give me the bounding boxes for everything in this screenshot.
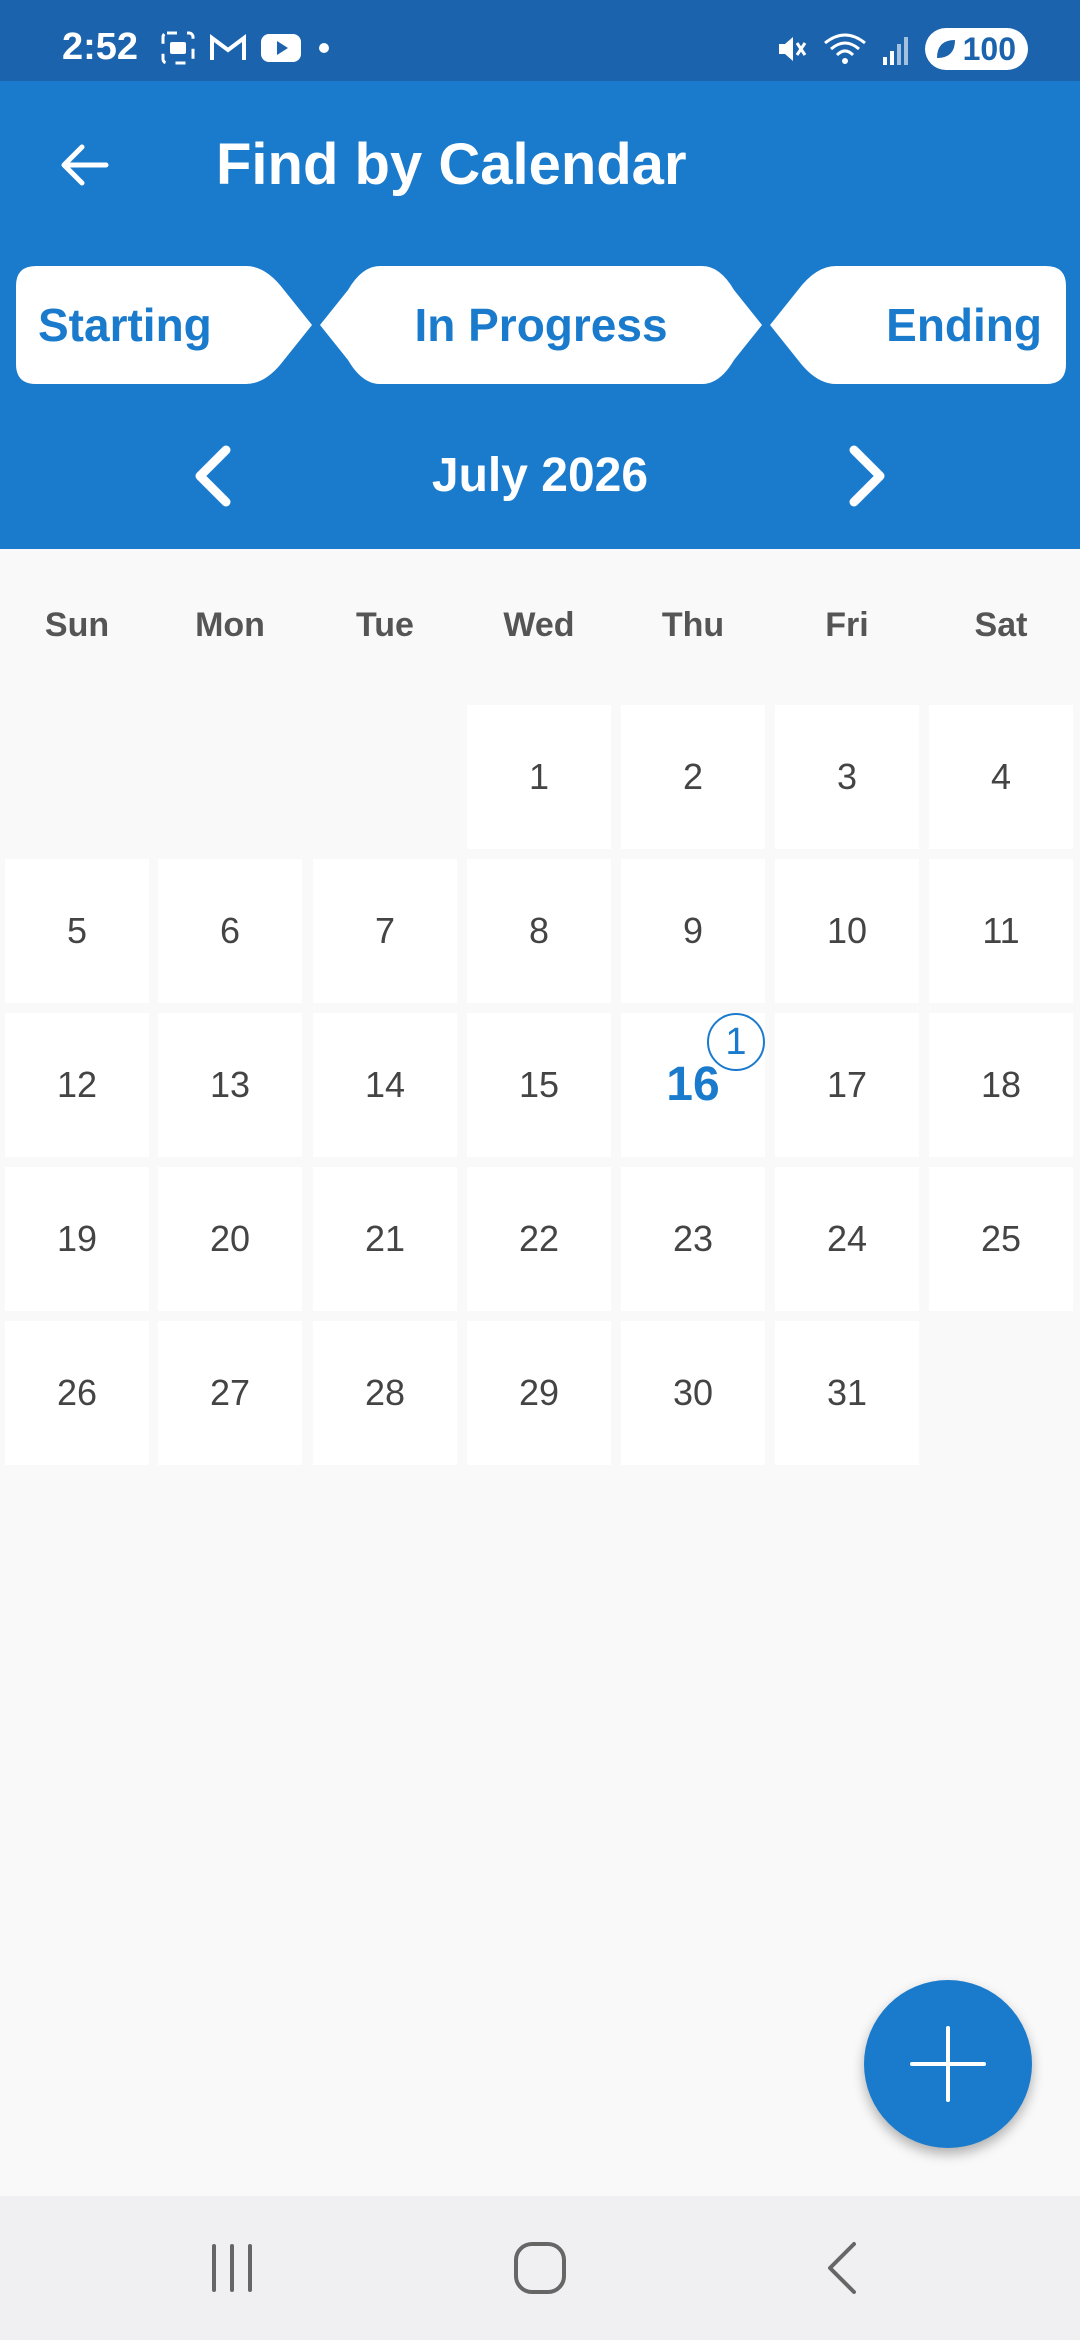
home-icon[interactable] <box>508 2236 572 2300</box>
system-nav-bar <box>0 2196 1080 2340</box>
calendar-day-27[interactable]: 27 <box>158 1321 302 1465</box>
calendar-day-9[interactable]: 9 <box>621 859 765 1003</box>
chevron-right-icon[interactable] <box>832 444 896 508</box>
calendar-day-21[interactable]: 21 <box>313 1167 457 1311</box>
calendar-day-22[interactable]: 22 <box>467 1167 611 1311</box>
recent-apps-icon[interactable] <box>200 2236 264 2300</box>
tab-starting-label: Starting <box>38 299 212 351</box>
calendar-day-7[interactable]: 7 <box>313 859 457 1003</box>
app-bar: Find by Calendar Starting In Progress En… <box>0 81 1080 549</box>
plus-icon <box>910 2026 986 2102</box>
mute-icon <box>778 37 806 61</box>
tab-in-progress-label: In Progress <box>414 299 668 351</box>
battery-leaf-icon <box>936 40 955 58</box>
filter-tabs: Starting In Progress Ending <box>16 266 1066 384</box>
signal-icon <box>882 37 908 65</box>
calendar-day-15[interactable]: 15 <box>467 1013 611 1157</box>
calendar-day-20[interactable]: 20 <box>158 1167 302 1311</box>
calendar-day-12[interactable]: 12 <box>5 1013 149 1157</box>
add-button[interactable] <box>864 1980 1032 2148</box>
calendar-day-29[interactable]: 29 <box>467 1321 611 1465</box>
calendar-day-16[interactable]: 16 1 <box>621 1013 765 1157</box>
tab-starting[interactable]: Starting <box>16 266 312 384</box>
calendar-day-11[interactable]: 11 <box>929 859 1073 1003</box>
calendar-day-26[interactable]: 26 <box>5 1321 149 1465</box>
weekday-wed: Wed <box>503 606 575 644</box>
calendar-day-1[interactable]: 1 <box>467 705 611 849</box>
weekday-thu: Thu <box>661 606 725 644</box>
tab-in-progress[interactable]: In Progress <box>320 266 762 384</box>
youtube-icon <box>261 34 301 62</box>
weekday-header: Sun Mon Tue Wed Thu Fri Sat <box>0 595 1080 655</box>
back-arrow-icon[interactable] <box>56 137 112 193</box>
battery-icon: 100 <box>924 28 1028 70</box>
calendar-day-3[interactable]: 3 <box>775 705 919 849</box>
weekday-sat: Sat <box>974 606 1028 644</box>
month-navigator: July 2026 <box>0 436 1080 516</box>
calendar-day-2[interactable]: 2 <box>621 705 765 849</box>
dot-icon <box>319 43 329 53</box>
calendar-day-24[interactable]: 24 <box>775 1167 919 1311</box>
month-label: July 2026 <box>431 449 649 502</box>
calendar-day-13[interactable]: 13 <box>158 1013 302 1157</box>
calendar-day-28[interactable]: 28 <box>313 1321 457 1465</box>
weekday-tue: Tue <box>356 606 414 644</box>
battery-level: 100 <box>962 30 1016 67</box>
status-bar: 2:52 100 <box>0 0 1080 81</box>
gmail-icon <box>210 34 246 60</box>
calendar-day-14[interactable]: 14 <box>313 1013 457 1157</box>
calendar-day-18[interactable]: 18 <box>929 1013 1073 1157</box>
weekday-mon: Mon <box>195 606 265 644</box>
weekday-sun: Sun <box>44 606 110 644</box>
weekday-fri: Fri <box>825 606 869 644</box>
back-icon[interactable] <box>812 2236 876 2300</box>
calendar-day-6[interactable]: 6 <box>158 859 302 1003</box>
tab-ending[interactable]: Ending <box>770 266 1066 384</box>
wifi-icon <box>823 33 866 64</box>
calendar-day-19[interactable]: 19 <box>5 1167 149 1311</box>
calendar-day-4[interactable]: 4 <box>929 705 1073 849</box>
calendar-day-25[interactable]: 25 <box>929 1167 1073 1311</box>
tab-ending-label: Ending <box>886 299 1042 351</box>
calendar-day-10[interactable]: 10 <box>775 859 919 1003</box>
calendar-day-17[interactable]: 17 <box>775 1013 919 1157</box>
screenshot-icon <box>161 31 195 65</box>
calendar-day-30[interactable]: 30 <box>621 1321 765 1465</box>
calendar-day-23[interactable]: 23 <box>621 1167 765 1311</box>
page-title: Find by Calendar <box>216 132 687 197</box>
status-time: 2:52 <box>62 26 139 68</box>
calendar-day-31[interactable]: 31 <box>775 1321 919 1465</box>
event-count-badge: 1 <box>707 1013 765 1071</box>
calendar-day-8[interactable]: 8 <box>467 859 611 1003</box>
calendar-day-5[interactable]: 5 <box>5 859 149 1003</box>
